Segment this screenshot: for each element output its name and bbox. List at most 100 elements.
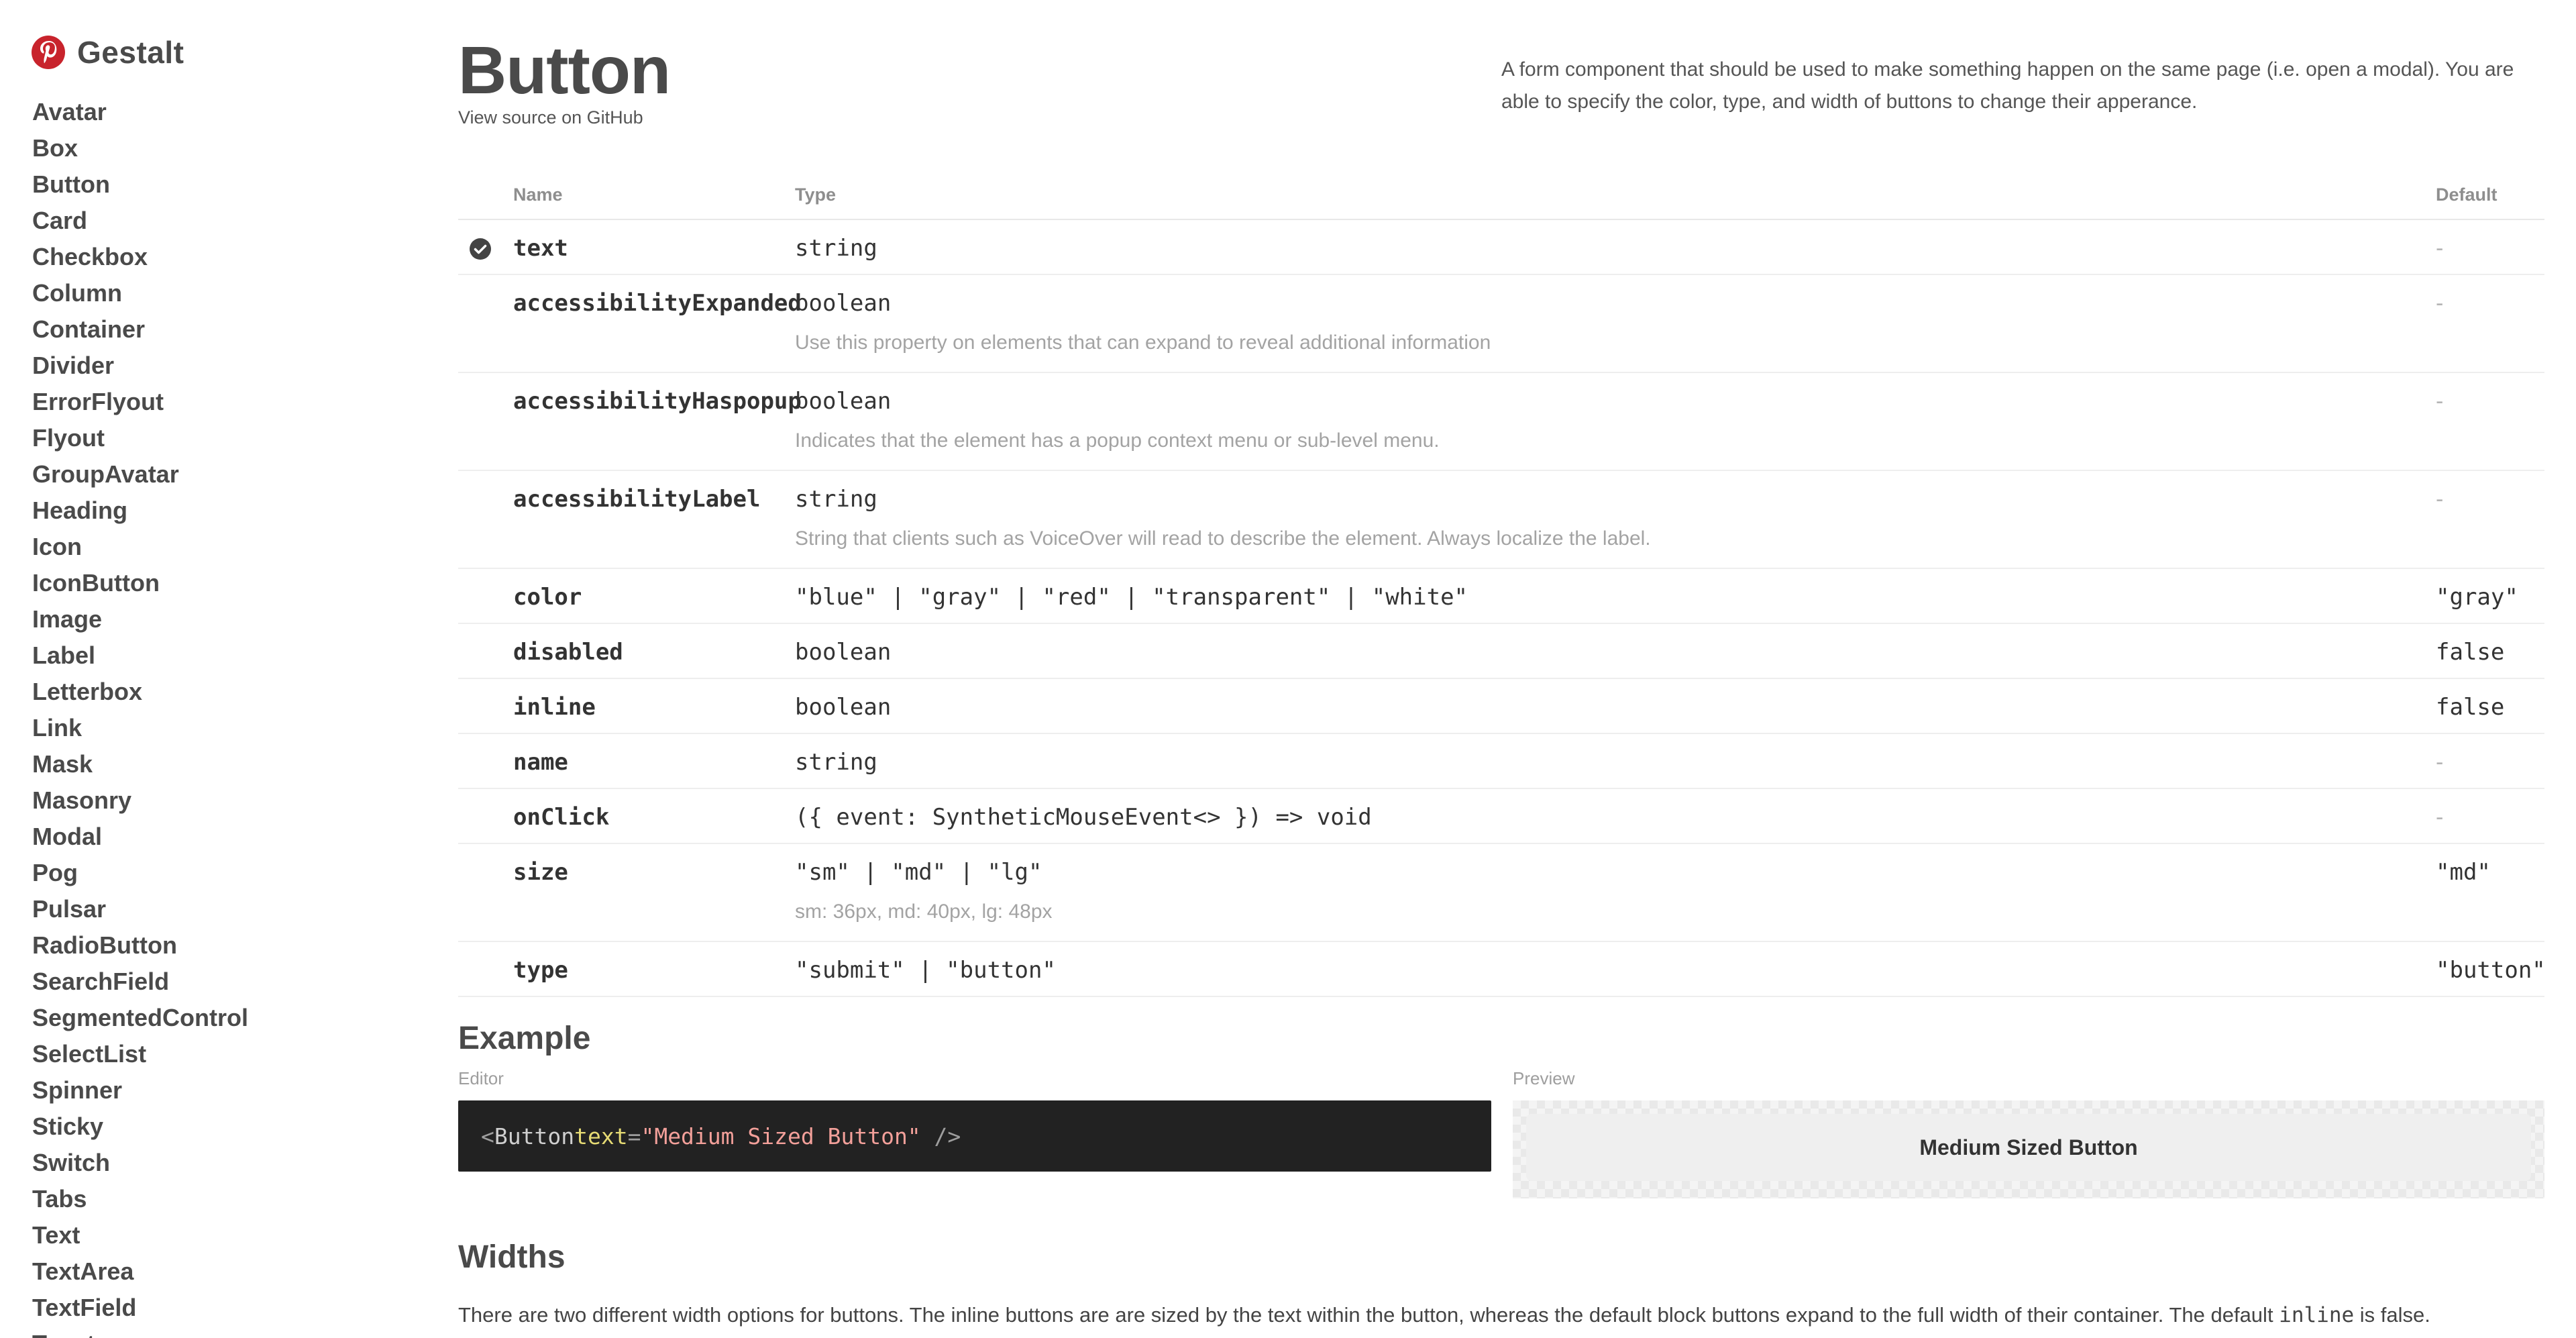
sidebar-item-pog[interactable]: Pog [32,855,248,891]
prop-name: color [513,584,582,611]
sidebar-nav: Avatar Box Button Card Checkbox Column Contain… [32,94,248,1338]
prop-default: false [2436,639,2505,666]
header-name: Name [513,185,563,205]
example-heading: Example [458,1021,591,1056]
sidebar-item-flyout[interactable]: Flyout [32,420,248,456]
props-table: Name Type Default text string - accessib… [458,176,2546,997]
code-token: Button [494,1123,575,1149]
sidebar-item-sticky[interactable]: Sticky [32,1109,248,1145]
main-content: Button View source on GitHub A form comp… [458,0,2546,1338]
pinterest-logo-icon [32,36,65,69]
sidebar-item-box[interactable]: Box [32,130,248,166]
prop-default: - [2436,486,2444,512]
prop-description: Indicates that the element has a popup c… [795,429,1440,452]
sidebar-item-spinner[interactable]: Spinner [32,1072,248,1109]
brand[interactable]: Gestalt [32,32,184,72]
sidebar-item-text-area[interactable]: TextArea [32,1253,248,1290]
prop-type: string [795,486,877,513]
prop-name: disabled [513,639,623,666]
sidebar-item-modal[interactable]: Modal [32,819,248,855]
prop-row-disabled: disabled boolean false [458,624,2544,679]
sidebar-item-letterbox[interactable]: Letterbox [32,674,248,710]
sidebar-item-toast[interactable]: Toast [32,1326,248,1338]
sidebar-item-container[interactable]: Container [32,311,248,348]
required-check-icon [470,238,491,260]
widths-description: There are two different width options fo… [458,1303,2430,1327]
prop-row-accessibility-label: accessibilityLabel string - String that … [458,471,2544,569]
sidebar-item-mask[interactable]: Mask [32,746,248,782]
sidebar-item-column[interactable]: Column [32,275,248,311]
code-editor[interactable]: < Button text = "Medium Sized Button" /> [458,1100,1491,1172]
prop-description: Use this property on elements that can e… [795,331,1491,354]
prop-default: - [2436,291,2444,316]
page-title: Button [458,33,671,108]
sidebar-item-error-flyout[interactable]: ErrorFlyout [32,384,248,420]
sidebar-item-card[interactable]: Card [32,203,248,239]
sidebar: Gestalt Avatar Box Button Card Checkbox Colum… [0,0,402,1338]
sidebar-item-button[interactable]: Button [32,166,248,203]
prop-row-accessibility-expanded: accessibilityExpanded boolean - Use this… [458,275,2544,373]
prop-type: "blue" | "gray" | "red" | "transparent" … [795,584,1468,611]
widths-text-after: is false. [2354,1303,2430,1327]
widths-text-before: There are two different width options fo… [458,1303,2279,1327]
sidebar-item-image[interactable]: Image [32,601,248,637]
sidebar-item-select-list[interactable]: SelectList [32,1036,248,1072]
prop-name: accessibilityHaspopup [513,388,802,415]
prop-default: "md" [2436,859,2491,886]
prop-default: - [2436,805,2444,830]
prop-type: "submit" | "button" [795,957,1056,984]
sidebar-item-avatar[interactable]: Avatar [32,94,248,130]
sidebar-item-radio-button[interactable]: RadioButton [32,927,248,964]
prop-row-color: color "blue" | "gray" | "red" | "transpa… [458,569,2544,624]
prop-default: - [2436,389,2444,414]
sidebar-item-heading[interactable]: Heading [32,493,248,529]
view-source-link[interactable]: View source on GitHub [458,107,643,128]
sidebar-item-masonry[interactable]: Masonry [32,782,248,819]
prop-row-text: text string - [458,220,2544,275]
sidebar-item-icon[interactable]: Icon [32,529,248,565]
prop-default: - [2436,750,2444,775]
sidebar-item-text-field[interactable]: TextField [32,1290,248,1326]
page-description: A form component that should be used to … [1501,58,2514,113]
prop-type: string [795,235,877,262]
sidebar-item-label[interactable]: Label [32,637,248,674]
prop-name: text [513,235,568,262]
prop-default: false [2436,694,2505,721]
prop-name: type [513,957,568,984]
prop-default: "button" [2436,957,2546,984]
sidebar-item-tabs[interactable]: Tabs [32,1181,248,1217]
sidebar-item-text[interactable]: Text [32,1217,248,1253]
prop-default: "gray" [2436,584,2518,611]
prop-type: string [795,749,877,776]
code-token: text [574,1123,628,1149]
widths-heading: Widths [458,1239,566,1275]
prop-name: accessibilityExpanded [513,290,802,317]
sidebar-item-switch[interactable]: Switch [32,1145,248,1181]
prop-type: ({ event: SyntheticMouseEvent<> }) => vo… [795,804,1372,831]
code-token: = [627,1123,641,1149]
code-token: "Medium Sized Button" [641,1123,921,1149]
sidebar-item-pulsar[interactable]: Pulsar [32,891,248,927]
sidebar-item-segmented-control[interactable]: SegmentedControl [32,1000,248,1036]
prop-name: accessibilityLabel [513,486,761,513]
prop-name: name [513,749,568,776]
sidebar-item-link[interactable]: Link [32,710,248,746]
sidebar-item-divider[interactable]: Divider [32,348,248,384]
inline-code: inline [2279,1303,2355,1327]
sidebar-item-group-avatar[interactable]: GroupAvatar [32,456,248,493]
prop-name: inline [513,694,596,721]
medium-sized-button[interactable]: Medium Sized Button [1526,1114,2531,1181]
header-default: Default [2436,185,2498,205]
editor-label: Editor [458,1068,504,1088]
sidebar-item-search-field[interactable]: SearchField [32,964,248,1000]
prop-type: boolean [795,694,892,721]
prop-row-type: type "submit" | "button" "button" [458,942,2546,997]
prop-row-onclick: onClick ({ event: SyntheticMouseEvent<> … [458,789,2544,844]
prop-row-inline: inline boolean false [458,679,2544,734]
prop-description: sm: 36px, md: 40px, lg: 48px [795,900,1053,923]
sidebar-item-checkbox[interactable]: Checkbox [32,239,248,275]
prop-row-accessibility-haspopup: accessibilityHaspopup boolean - Indicate… [458,373,2544,471]
code-token: < [481,1123,494,1149]
prop-type: boolean [795,388,892,415]
sidebar-item-icon-button[interactable]: IconButton [32,565,248,601]
